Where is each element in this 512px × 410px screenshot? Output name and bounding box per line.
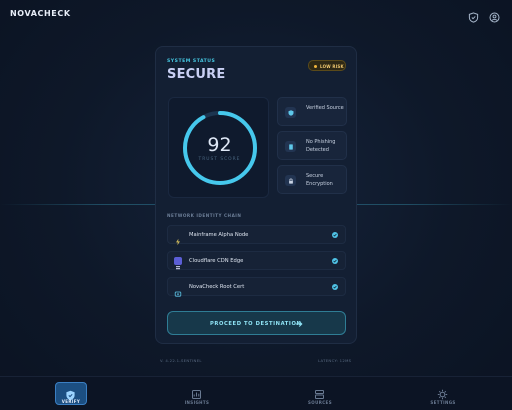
nav-item-verify[interactable]: VERIFY [41,381,101,407]
nav-item-label: SOURCES [308,400,332,405]
arrow-right-icon [295,321,303,327]
risk-badge-label: LOW RISK [320,63,344,69]
nav-item-label: VERIFY [61,399,81,404]
chain-item-label: Mainframe Alpha Node [189,231,249,238]
feature-verified-source: Verified Source [277,97,347,126]
nav-item-label: SETTINGS [430,400,456,405]
feature-label: Secure Encryption [306,173,333,187]
gear-icon [437,385,448,400]
security-shield-icon[interactable] [468,8,479,23]
nav-item-label: INSIGHTS [184,400,210,405]
cdn-icon [174,257,182,270]
status-eyebrow: SYSTEM STATUS [167,59,216,64]
bottom-nav: VERIFY INSIGHTS SOURCES SETTINGS [0,376,512,410]
feature-secure-encryption: Secure Encryption [277,165,347,194]
risk-badge: LOW RISK [308,60,346,71]
status-card: SYSTEM STATUS SECURE LOW RISK 92 TRUST S… [155,46,357,344]
feature-no-phishing: No Phishing Detected [277,131,347,160]
latency-text: LATENCY: 12MS [318,358,352,363]
chain-section-title: NETWORK IDENTITY CHAIN [167,213,242,218]
lock-icon [285,175,296,186]
chain-item-mainframe[interactable]: Mainframe Alpha Node [167,225,346,246]
sources-icon [314,385,325,399]
shield-icon [65,386,76,401]
check-icon [332,284,338,290]
account-icon[interactable] [489,8,500,23]
trust-score-value: 92 [207,134,232,156]
shield-check-icon [285,107,296,118]
proceed-button[interactable]: PROCEED TO DESTINATION [167,311,346,335]
chain-item-root-cert[interactable]: NovaCheck Root Cert [167,277,346,297]
trust-gauge: 92 TRUST SCORE [168,97,269,198]
risk-dot-icon [314,64,317,68]
check-icon [332,232,338,238]
document-icon [285,141,296,152]
version-text: V. 4.22.1-SENTINEL [160,358,202,363]
app-brand: NOVACHECK [10,9,71,18]
feature-label: No Phishing Detected [306,139,336,153]
feature-label: Verified Source [306,105,344,111]
insights-icon [191,385,202,399]
nav-item-sources[interactable]: SOURCES [290,381,350,407]
top-bar: NOVACHECK [0,0,512,28]
trust-score-label: TRUST SCORE [198,157,241,162]
proceed-button-label: PROCEED TO DESTINATION [210,320,302,327]
cert-icon [174,283,182,297]
chain-item-label: Cloudflare CDN Edge [189,257,244,264]
node-icon [174,231,182,246]
status-value: SECURE [167,67,226,82]
nav-item-insights[interactable]: INSIGHTS [167,381,227,407]
check-icon [332,258,338,264]
chain-item-cloudflare[interactable]: Cloudflare CDN Edge [167,251,346,270]
chain-item-label: NovaCheck Root Cert [189,283,245,290]
nav-item-settings[interactable]: SETTINGS [413,381,473,407]
